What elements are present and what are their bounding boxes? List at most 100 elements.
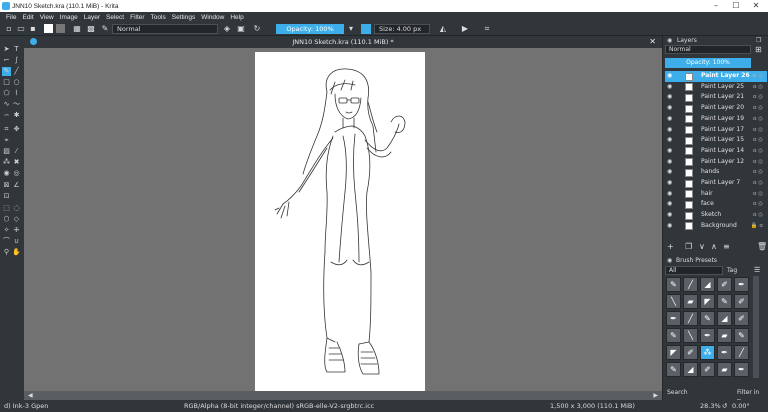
visibility-eye-icon[interactable]: ◉ xyxy=(667,210,672,221)
brush-preset-tile[interactable]: ✐ xyxy=(734,294,749,309)
brush-preset-tile[interactable]: ✎ xyxy=(700,311,715,326)
brush-preset-tile[interactable]: ◢ xyxy=(700,277,715,292)
brush-search-input[interactable]: Search xyxy=(667,388,688,398)
add-layer-icon[interactable]: + xyxy=(667,241,674,253)
visibility-eye-icon[interactable]: ◉ xyxy=(667,82,672,93)
brush-preset-tile[interactable]: ╱ xyxy=(683,277,698,292)
layer-blend-mode-select[interactable]: Normal xyxy=(665,45,751,54)
move-layer-down-icon[interactable]: ∨ xyxy=(699,241,705,253)
menu-view[interactable]: View xyxy=(40,14,54,21)
minimize-button[interactable]: – xyxy=(706,0,726,12)
brush-preset-tile[interactable]: ╲ xyxy=(683,328,698,343)
edit-shapes-icon[interactable]: ⌐ xyxy=(2,56,11,65)
layer-lock-icon[interactable]: 🔒 α xyxy=(751,221,763,232)
layer-row[interactable]: ◉ Paint Layer 15 α ◎ xyxy=(665,135,767,146)
layer-row[interactable]: ◉ Paint Layer 21 α ◎ xyxy=(665,92,767,103)
visibility-eye-icon[interactable]: ◉ xyxy=(667,71,672,82)
layer-row[interactable]: ◉ Paint Layer 19 α ◎ xyxy=(665,114,767,125)
ellipse-tool-icon[interactable]: ○ xyxy=(12,78,21,87)
brush-preset-tile[interactable]: ▰ xyxy=(683,294,698,309)
menu-tools[interactable]: Tools xyxy=(151,14,166,21)
visibility-eye-icon[interactable]: ◉ xyxy=(667,178,672,189)
gradient-tool-icon[interactable]: ▨ xyxy=(2,147,11,156)
close-button[interactable]: ✕ xyxy=(746,0,766,12)
blend-mode-select[interactable]: Normal xyxy=(112,24,218,34)
bezier-select-icon[interactable]: ⌒ xyxy=(2,237,11,246)
layer-flags-icon[interactable]: α ◎ xyxy=(753,135,763,146)
pattern-icon[interactable]: ▩ xyxy=(86,24,96,34)
brush-preset-tile[interactable]: ◤ xyxy=(700,294,715,309)
enclose-fill-icon[interactable]: ◎ xyxy=(12,169,21,178)
panel-lock-icon[interactable]: ◉ xyxy=(667,36,672,45)
brush-preset-tile[interactable]: ✒ xyxy=(717,345,732,360)
background-color-swatch[interactable] xyxy=(56,24,65,33)
menu-settings[interactable]: Settings xyxy=(172,14,196,21)
layer-properties-icon[interactable]: ⊞ xyxy=(755,45,762,54)
layer-row[interactable]: ◉ Paint Layer 7 α ◎ xyxy=(665,178,767,189)
layer-flags-icon[interactable]: α ◎ xyxy=(753,125,763,136)
brush-preset-tile[interactable]: ✎ xyxy=(666,277,681,292)
layer-flags-icon[interactable]: α ◎ xyxy=(753,157,763,168)
layer-flags-icon[interactable]: α ◎ xyxy=(753,146,763,157)
save-icon[interactable]: ▪ xyxy=(28,24,38,34)
visibility-eye-icon[interactable]: ◉ xyxy=(667,157,672,168)
brush-preset-tile[interactable]: ╱ xyxy=(734,345,749,360)
transform-tool-icon[interactable]: ⌖ xyxy=(2,136,11,145)
rect-select-icon[interactable]: ⬚ xyxy=(2,204,11,213)
visibility-eye-icon[interactable]: ◉ xyxy=(667,103,672,114)
smart-patch-icon[interactable]: ✖ xyxy=(12,158,21,167)
gradient-icon[interactable]: ▦ xyxy=(72,24,82,34)
foreground-color-swatch[interactable] xyxy=(44,24,53,33)
brush-preset-tile[interactable]: ✒ xyxy=(666,311,681,326)
fill-tool-icon[interactable]: ◉ xyxy=(2,169,11,178)
layer-row[interactable]: ◉ face α ◎ xyxy=(665,199,767,210)
brush-tag-filter-select[interactable]: All xyxy=(665,266,723,275)
menu-file[interactable]: File xyxy=(6,14,16,21)
flow-indicator[interactable] xyxy=(361,24,371,34)
eraser-mode-icon[interactable]: ◈ xyxy=(222,24,232,34)
panel-float-icon[interactable]: ❐ xyxy=(756,36,761,45)
bezier-tool-icon[interactable]: ∿ xyxy=(2,100,11,109)
layer-row[interactable]: ◉ Paint Layer 25 α ◎ xyxy=(665,82,767,93)
layer-flags-icon[interactable]: α ◎ xyxy=(753,71,764,82)
alpha-lock-icon[interactable]: ▣ xyxy=(236,24,246,34)
ellipse-select-icon[interactable]: ◌ xyxy=(12,204,21,213)
freehand-select-icon[interactable]: ◇ xyxy=(12,215,21,224)
polyline-tool-icon[interactable]: ⌇ xyxy=(12,89,21,98)
calligraphy-icon[interactable]: ∫ xyxy=(12,56,21,65)
layer-row[interactable]: ◉ Paint Layer 12 α ◎ xyxy=(665,157,767,168)
line-tool-icon[interactable]: ╱ xyxy=(12,67,21,76)
layer-row[interactable]: ◉ Paint Layer 20 α ◎ xyxy=(665,103,767,114)
layer-flags-icon[interactable]: α ◎ xyxy=(753,103,763,114)
menu-window[interactable]: Window xyxy=(201,14,224,21)
brush-preset-tile[interactable]: ✎ xyxy=(666,362,681,377)
brush-preset-tile[interactable]: ✒ xyxy=(734,277,749,292)
layer-row[interactable]: ◉ Sketch α ◎ xyxy=(665,210,767,221)
brush-preset-tile[interactable]: ◢ xyxy=(717,311,732,326)
layer-properties-list-icon[interactable]: ≡ xyxy=(723,241,730,253)
freehand-path-icon[interactable]: 〜 xyxy=(12,100,21,109)
layer-flags-icon[interactable]: α ◎ xyxy=(753,210,763,221)
brush-view-options-icon[interactable]: ☰ xyxy=(754,266,760,274)
layer-flags-icon[interactable]: α ◎ xyxy=(753,189,763,200)
brush-preset-icon[interactable]: ✎ xyxy=(100,24,110,34)
wrap-around-icon[interactable]: ⌗ xyxy=(482,24,492,34)
zoom-tool-icon[interactable]: ⚲ xyxy=(2,248,11,257)
close-document-icon[interactable]: ✕ xyxy=(649,36,656,48)
layer-row[interactable]: ◉ Paint Layer 26 α ◎ xyxy=(665,71,767,82)
layer-row[interactable]: ◉ Paint Layer 14 α ◎ xyxy=(665,146,767,157)
assistant-tool-icon[interactable]: ⊠ xyxy=(2,181,11,190)
layer-row[interactable]: ◉ hands α ◎ xyxy=(665,167,767,178)
tag-button[interactable]: Tag xyxy=(727,266,749,275)
brush-preset-tile[interactable]: ▰ xyxy=(717,362,732,377)
mirror-vertical-icon[interactable]: ▶ xyxy=(460,24,470,34)
scroll-right-icon[interactable]: ▶ xyxy=(653,391,658,400)
select-shapes-icon[interactable]: ➤ xyxy=(2,45,11,54)
visibility-eye-icon[interactable]: ◉ xyxy=(667,92,672,103)
multibrush-icon[interactable]: ✱ xyxy=(12,111,21,120)
menu-image[interactable]: Image xyxy=(60,14,78,21)
mirror-horizontal-icon[interactable]: ◭ xyxy=(438,24,448,34)
layer-flags-icon[interactable]: α ◎ xyxy=(753,114,763,125)
measure-tool-icon[interactable]: ∠ xyxy=(12,181,21,190)
brush-grid-scrollbar[interactable] xyxy=(753,276,759,378)
